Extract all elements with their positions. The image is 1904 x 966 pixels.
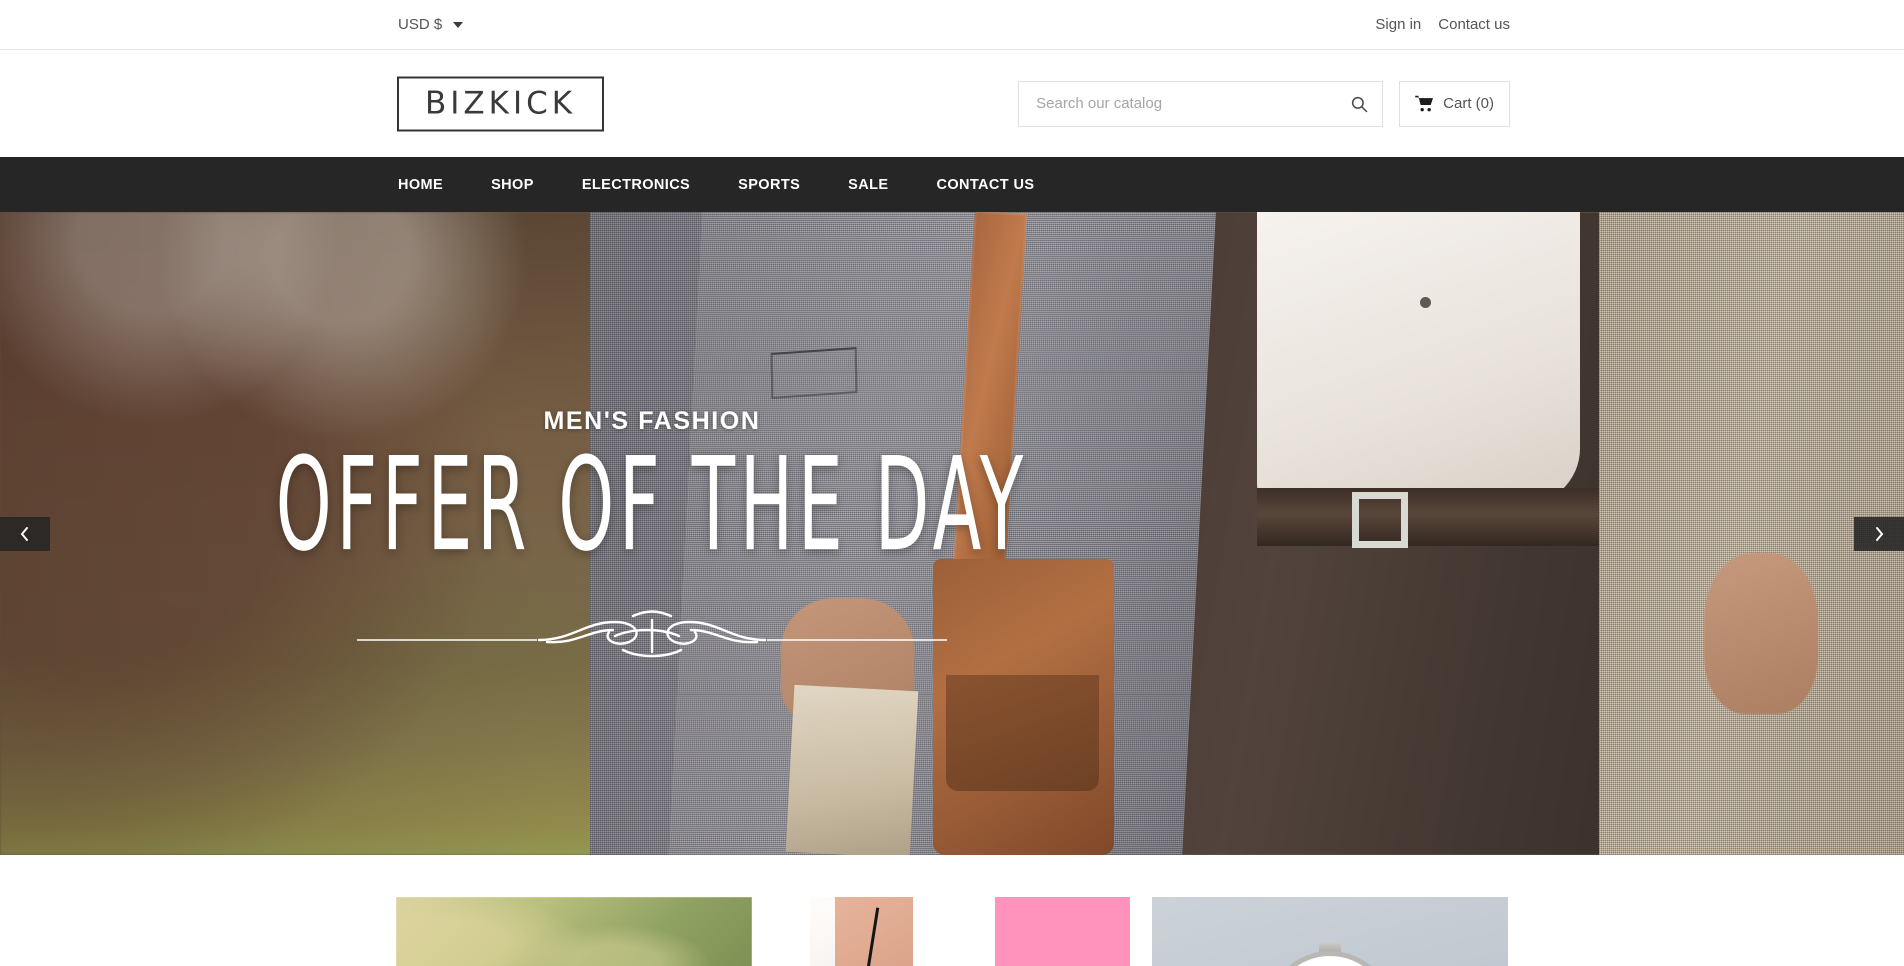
cart-button[interactable]: Cart (0) [1399, 80, 1510, 127]
hero-carousel: MEN'S FASHION OFFER OF THE DAY [0, 212, 1904, 855]
search-input[interactable] [1036, 95, 1351, 112]
nav-item-electronics[interactable]: ELECTRONICS [558, 177, 714, 193]
top-bar-links: Sign in Contact us [1375, 16, 1510, 33]
header-right: Cart (0) [1018, 80, 1510, 127]
nav-item-contact-us[interactable]: CONTACT US [912, 177, 1058, 193]
shopping-cart-icon [1415, 95, 1434, 112]
contact-us-link[interactable]: Contact us [1438, 16, 1510, 33]
search-icon[interactable] [1350, 95, 1368, 113]
leather-watch-image [1152, 897, 1508, 966]
pink-fashion-image [774, 897, 1130, 966]
chevron-right-icon [1876, 526, 1884, 541]
top-bar: USD $ Sign in Contact us [0, 0, 1904, 50]
chevron-left-icon [20, 526, 28, 541]
hero-image [0, 212, 1904, 855]
product-tiles [0, 855, 1904, 966]
product-tile-sneaker-on-grass[interactable] [396, 897, 752, 966]
sign-in-link[interactable]: Sign in [1375, 16, 1421, 33]
site-header: BIZKICK Cart (0) [0, 50, 1904, 157]
cart-label: Cart (0) [1443, 95, 1494, 112]
site-logo[interactable]: BIZKICK [397, 76, 605, 131]
nav-item-sports[interactable]: SPORTS [714, 177, 824, 193]
chevron-down-icon [453, 21, 464, 28]
search-box[interactable] [1018, 80, 1384, 127]
nav-item-sale[interactable]: SALE [824, 177, 912, 193]
nav-item-shop[interactable]: SHOP [467, 177, 558, 193]
nav-item-home[interactable]: HOME [398, 177, 467, 193]
product-tile-pink-fashion[interactable] [774, 897, 1130, 966]
product-tile-leather-watch[interactable] [1152, 897, 1508, 966]
currency-label: USD $ [398, 16, 443, 33]
carousel-prev-button[interactable] [0, 516, 50, 551]
carousel-next-button[interactable] [1854, 516, 1904, 551]
logo-text: BIZKICK [425, 85, 577, 121]
currency-selector[interactable]: USD $ [398, 16, 464, 33]
main-navigation: HOME SHOP ELECTRONICS SPORTS SALE CONTAC… [0, 157, 1904, 212]
sneaker-on-grass-image [396, 897, 752, 966]
